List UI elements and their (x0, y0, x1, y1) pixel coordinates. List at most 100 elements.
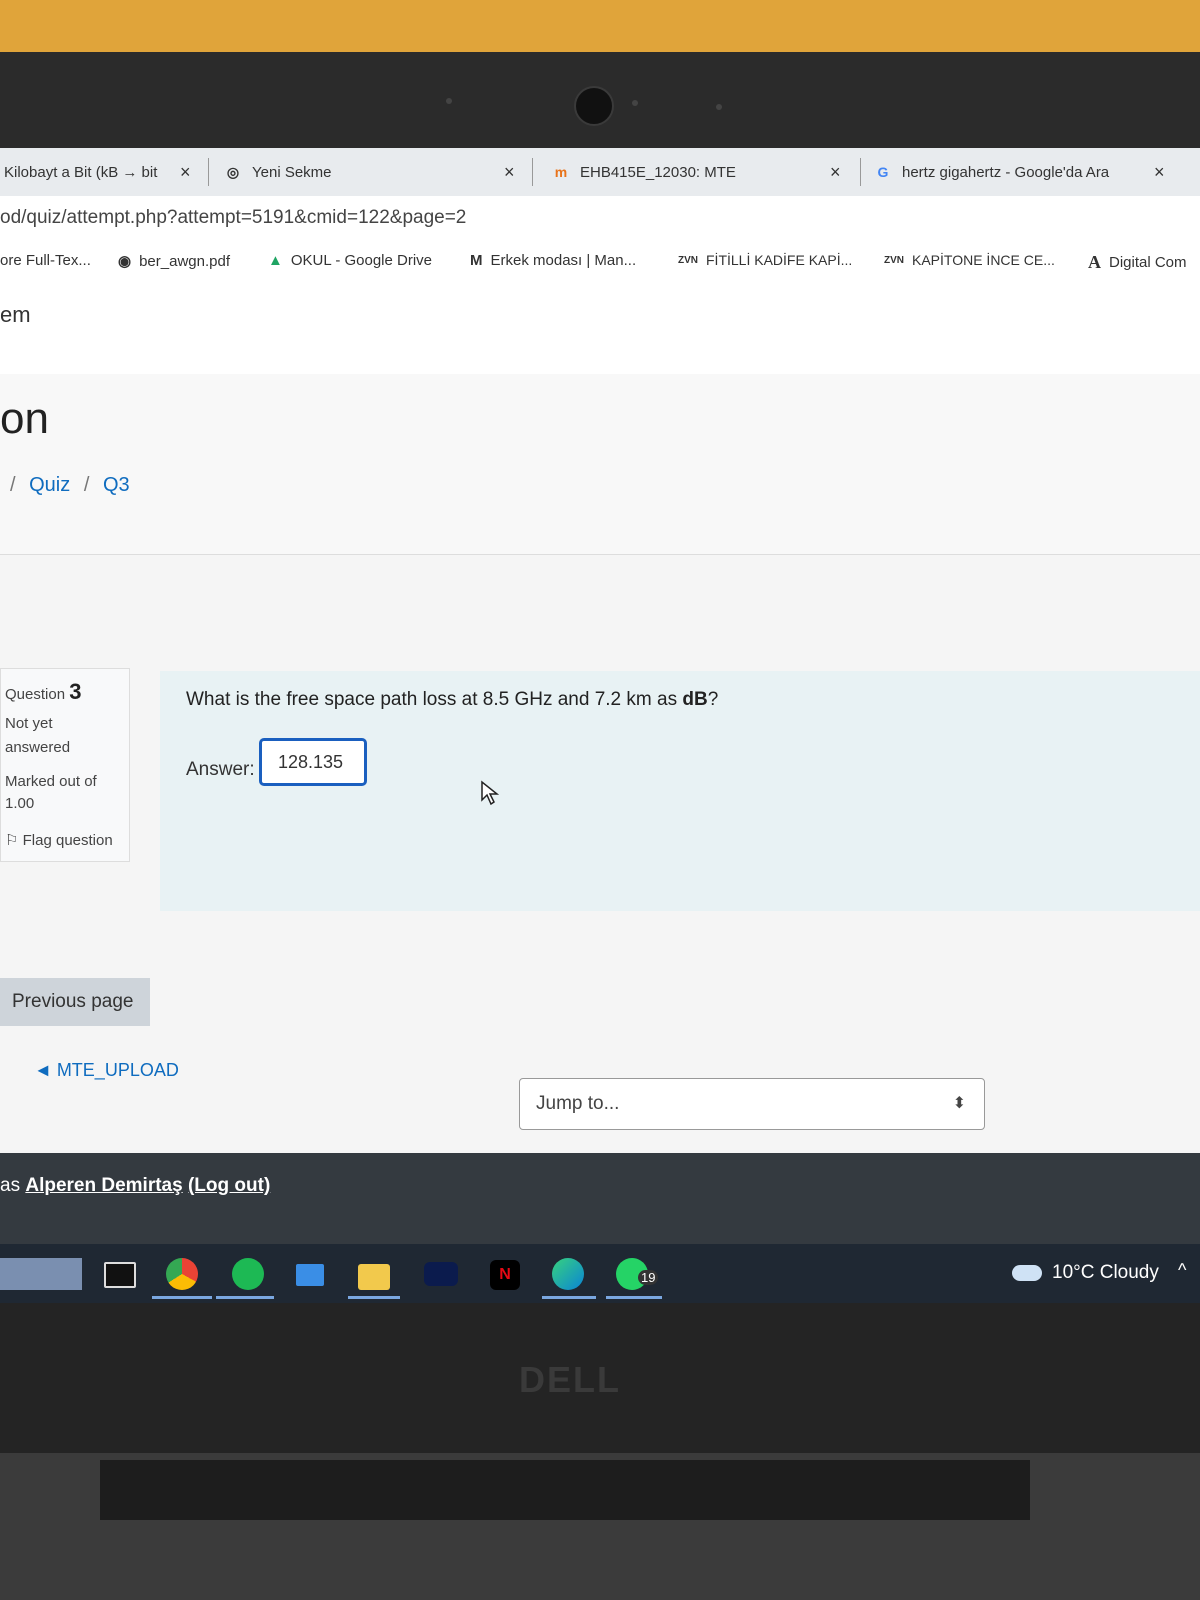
file-explorer-icon[interactable] (358, 1264, 390, 1290)
bookmark-item[interactable]: ZVN KAPİTONE İNCE CE... (884, 252, 1055, 268)
bookmark-label: KAPİTONE İNCE CE... (912, 252, 1055, 268)
whatsapp-icon[interactable]: 19 (616, 1258, 659, 1290)
bookmark-icon: ◉ (118, 253, 132, 270)
close-icon[interactable]: × (504, 162, 515, 183)
active-indicator (606, 1296, 662, 1299)
jump-to-label: Jump to... (536, 1093, 620, 1114)
question-text-part: What is the free space path loss at 8.5 … (186, 689, 683, 710)
bookmark-label: ore Full-Tex... (0, 252, 91, 269)
question-status: Not yet (5, 715, 53, 732)
bookmark-label: Erkek modası | Man... (490, 252, 637, 269)
answer-input[interactable] (259, 738, 367, 786)
tab-google-search[interactable]: G hertz gigahertz - Google'da Ara × (874, 148, 1184, 196)
breadcrumb-separator: / (83, 474, 90, 496)
tab-kilobayt[interactable]: Kilobayt a Bit (kB → bit × (4, 148, 200, 196)
previous-page-button[interactable]: Previous page (0, 978, 150, 1026)
chrome-icon[interactable] (166, 1258, 198, 1290)
bookmark-item[interactable]: ▲ OKUL - Google Drive (268, 252, 432, 269)
active-indicator (348, 1296, 400, 1299)
sensor-dot (446, 98, 452, 104)
bookmark-label: OKUL - Google Drive (290, 252, 433, 269)
laptop-screen: Kilobayt a Bit (kB → bit × ◎ Yeni Sekme … (0, 148, 1200, 1303)
breadcrumb: / Quiz / Q3 (10, 474, 138, 497)
bookmark-label: ber_awgn.pdf (139, 252, 230, 270)
question-text-part: ? (707, 689, 719, 710)
url-text: od/quiz/attempt.php?attempt=5191&cmid=12… (0, 207, 467, 228)
tab-yeni-sekme[interactable]: ◎ Yeni Sekme × (224, 148, 524, 196)
sensor-dot (716, 104, 722, 110)
moodle-icon: m (554, 164, 568, 180)
disney-plus-icon[interactable] (424, 1262, 458, 1286)
site-name[interactable]: em (0, 302, 31, 328)
laptop-hinge (100, 1460, 1030, 1520)
laptop-top-bezel (0, 52, 1200, 152)
search-thumbnail-icon[interactable] (0, 1258, 82, 1290)
dell-logo: DELL (519, 1359, 621, 1400)
edge-icon[interactable] (552, 1258, 584, 1290)
close-icon[interactable]: × (830, 162, 841, 183)
chevron-up-icon[interactable]: ^ (1178, 1260, 1186, 1281)
active-indicator (152, 1296, 212, 1299)
flag-icon: ⚐ (5, 832, 19, 849)
flag-label: Flag question (22, 832, 113, 849)
bookmark-item[interactable]: ore Full-Tex... (0, 252, 91, 269)
login-info: as Alperen Demirtaş (Log out) (0, 1175, 270, 1197)
question-text: What is the free space path loss at 8.5 … (186, 689, 718, 711)
close-icon[interactable]: × (180, 162, 191, 183)
terminal-icon[interactable] (104, 1262, 136, 1288)
tab-title: EHB415E_12030: MTE (580, 163, 736, 181)
bookmark-label: FİTİLLİ KADİFE KAPİ... (706, 252, 853, 268)
spotify-icon[interactable] (232, 1258, 264, 1290)
page-title: on (0, 394, 49, 443)
flag-question-link[interactable]: ⚐ Flag question (5, 831, 113, 849)
tab-title: Kilobayt a Bit (kB → bit (4, 163, 158, 181)
tab-ehb415e[interactable]: m EHB415E_12030: MTE × (552, 148, 852, 196)
bookmark-item[interactable]: ◉ ber_awgn.pdf (118, 252, 230, 271)
bookmark-item[interactable]: M Erkek modası | Man... (470, 252, 636, 269)
tab-title: hertz gigahertz - Google'da Ara (902, 163, 1110, 181)
bookmark-icon: A (1088, 252, 1101, 272)
bookmark-icon: ZVN (884, 254, 904, 266)
bookmark-icon: ZVN (678, 254, 698, 266)
pc-icon[interactable] (296, 1264, 324, 1286)
question-number: Question 3 (5, 679, 81, 705)
tab-separator (532, 158, 533, 186)
select-caret-icon: ⬍ (952, 1095, 966, 1112)
question-text-bold: dB (682, 689, 708, 710)
tab-separator (208, 158, 209, 186)
chrome-icon: ◎ (226, 164, 240, 180)
question-card: What is the free space path loss at 8.5 … (160, 671, 1200, 911)
user-profile-link[interactable]: Alperen Demirtaş (25, 1175, 182, 1196)
address-bar[interactable]: od/quiz/attempt.php?attempt=5191&cmid=12… (0, 196, 1200, 240)
previous-activity-link[interactable]: ◄ MTE_UPLOAD (34, 1060, 179, 1081)
question-grade: Marked out of (5, 773, 97, 790)
question-grade: 1.00 (5, 795, 35, 812)
breadcrumb-quiz[interactable]: Quiz (29, 474, 70, 496)
bookmarks-bar: ore Full-Tex... ◉ ber_awgn.pdf ▲ OKUL - … (0, 240, 1200, 285)
active-indicator (216, 1296, 274, 1299)
netflix-icon[interactable]: N (490, 1260, 520, 1290)
close-icon[interactable]: × (1154, 162, 1165, 183)
weather-text: 10°C Cloudy (1052, 1262, 1159, 1283)
mouse-cursor-icon (481, 780, 500, 806)
weather-widget[interactable]: 10°C Cloudy (1012, 1262, 1159, 1284)
windows-taskbar: N 19 10°C Cloudy ^ (0, 1244, 1200, 1303)
cloud-icon (1012, 1265, 1042, 1281)
jump-to-select[interactable]: Jump to... ⬍ (519, 1078, 985, 1130)
bookmark-item[interactable]: ZVN FİTİLLİ KADİFE KAPİ... (678, 252, 852, 268)
active-indicator (542, 1296, 596, 1299)
webcam-icon (574, 86, 614, 126)
breadcrumb-separator: / (10, 474, 16, 496)
question-status: answered (5, 739, 71, 756)
bookmark-item[interactable]: A Digital Com (1088, 252, 1187, 273)
browser-tab-bar: Kilobayt a Bit (kB → bit × ◎ Yeni Sekme … (0, 148, 1200, 196)
bookmark-icon: M (470, 252, 483, 269)
tab-title: Yeni Sekme (252, 163, 332, 181)
google-icon: G (877, 164, 889, 180)
page-header-area: on / Quiz / Q3 (0, 374, 1200, 555)
logout-link[interactable]: (Log out) (188, 1175, 270, 1196)
question-number-value: 3 (69, 679, 82, 704)
tab-separator (860, 158, 861, 186)
breadcrumb-q3[interactable]: Q3 (103, 474, 130, 496)
page-footer: as Alperen Demirtaş (Log out) (0, 1153, 1200, 1248)
